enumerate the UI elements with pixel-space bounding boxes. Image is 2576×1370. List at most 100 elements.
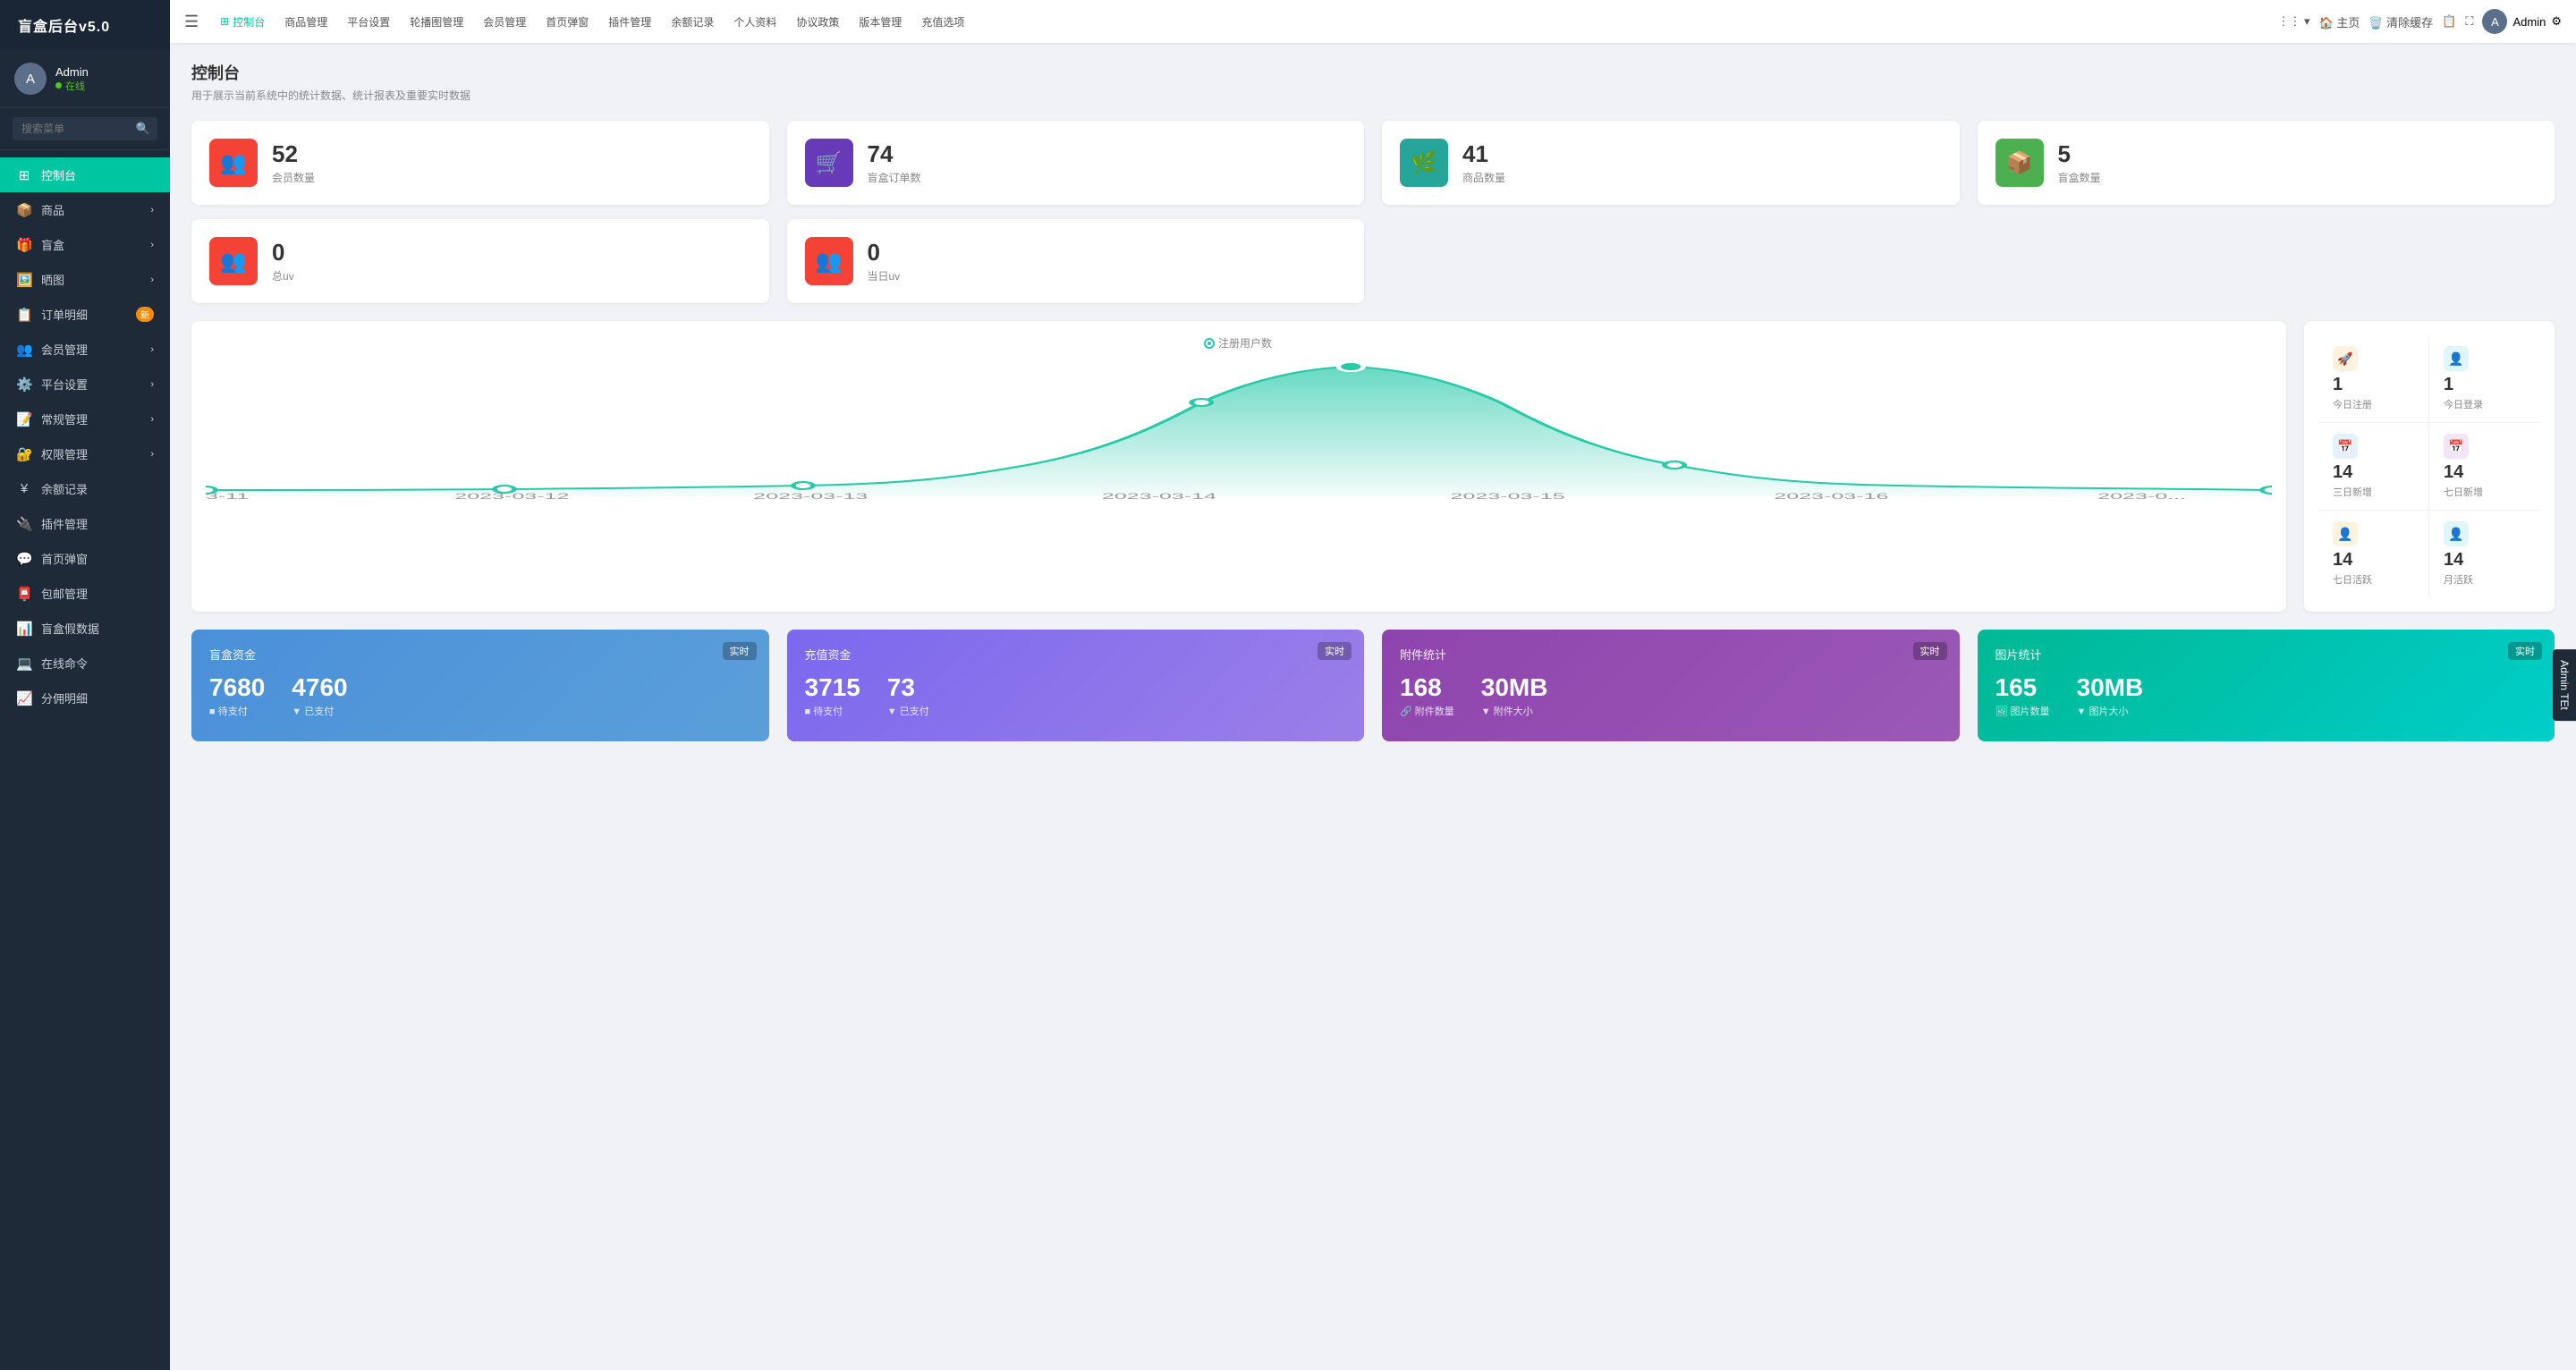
user-stats-panel: 🚀 1 今日注册 👤 1 今日登录 📅 14 三日新增 📅 14 [2304, 321, 2555, 612]
sidebar-item-platform[interactable]: ⚙️ 平台设置 › [0, 367, 170, 402]
sidebar-item-plugins[interactable]: 🔌 插件管理 [0, 506, 170, 541]
goods-icon: 📦 [16, 202, 32, 218]
sidebar-item-mail[interactable]: 📮 包邮管理 [0, 576, 170, 611]
sidebar-item-label: 插件管理 [41, 515, 88, 532]
sidebar-item-label: 分佣明细 [41, 689, 88, 706]
topbar-nav-policy[interactable]: 协议政策 [787, 9, 848, 35]
recharge-fund-card: 充值资金 实时 3715 ■ 待支付 73 ▼ 已支付 [787, 630, 1365, 741]
chart-label: 3-11 [206, 492, 249, 501]
image-nums: 165 🖼 图片数量 30MB ▼ 图片大小 [1996, 673, 2538, 718]
seven-day-active-label: 七日活跃 [2333, 572, 2414, 587]
sidebar-item-orders[interactable]: 📋 订单明细 新 [0, 297, 170, 332]
user-profile[interactable]: A Admin 在线 [0, 50, 170, 108]
topbar-nav-plugins[interactable]: 插件管理 [599, 9, 660, 35]
chevron-right-icon: › [150, 275, 154, 285]
hamburger-icon[interactable]: ☰ [184, 13, 199, 31]
sidebar-item-general[interactable]: 📝 常规管理 › [0, 402, 170, 436]
topbar-nav-profile[interactable]: 个人资料 [724, 9, 785, 35]
topbar-nav-dashboard[interactable]: ⊞ 控制台 [211, 9, 274, 35]
search-area: 🔍 [0, 108, 170, 150]
sidebar: 盲盒后台v5.0 A Admin 在线 🔍 ⊞ 控制台 📦 商品 › [0, 0, 170, 1370]
fullscreen-button[interactable]: ⛶ [2465, 14, 2473, 29]
sidebar-item-label: 包邮管理 [41, 585, 88, 602]
blinddata-icon: 📊 [16, 621, 32, 637]
today-uv-label: 当日uv [868, 268, 901, 283]
topbar-nav-version[interactable]: 版本管理 [850, 9, 911, 35]
home-button[interactable]: 🏠 主页 [2319, 13, 2360, 30]
sidebar-item-map[interactable]: 🖼️ 晒图 › [0, 262, 170, 297]
clear-cache-button[interactable]: 🗑️ 清除缓存 [2368, 13, 2433, 30]
sidebar-item-dashboard[interactable]: ⊞ 控制台 [0, 157, 170, 192]
attachment-stat-title: 附件统计 [1400, 646, 1942, 663]
monthly-active-num: 14 [2444, 550, 2526, 571]
topbar-nav-platform[interactable]: 平台设置 [338, 9, 399, 35]
attachment-count-label: 🔗 附件数量 [1400, 704, 1454, 718]
sidebar-item-online-cmd[interactable]: 💻 在线命令 [0, 646, 170, 681]
image-size-num: 30MB [2077, 673, 2144, 702]
topbar-nav-carousel[interactable]: 轮播图管理 [401, 9, 472, 35]
chevron-right-icon: › [150, 414, 154, 425]
sidebar-item-popup[interactable]: 💬 首页弹窗 [0, 541, 170, 576]
content: 控制台 用于展示当前系统中的统计数据、统计报表及重要实时数据 👥 52 会员数量… [170, 43, 2576, 1370]
sidebar-nav: ⊞ 控制台 📦 商品 › 🎁 盲盒 › 🖼️ 晒图 › 📋 订单明细 新 👥 会… [0, 150, 170, 1370]
bottom-cards: 盲盒资金 实时 7680 ■ 待支付 4760 ▼ 已支付 充值资金 实时 [191, 630, 2555, 741]
chart-section: 注册用户数 [191, 321, 2555, 612]
balance-icon: ¥ [16, 481, 32, 496]
sidebar-item-balance[interactable]: ¥ 余额记录 [0, 471, 170, 506]
copy-button[interactable]: 📋 [2442, 14, 2456, 29]
realtime-badge: 实时 [723, 642, 757, 660]
sidebar-item-label: 订单明细 [41, 306, 88, 323]
sidebar-item-members[interactable]: 👥 会员管理 › [0, 332, 170, 367]
settings-icon: ⚙ [2551, 14, 2562, 29]
right-notification[interactable]: Admin TEt [2553, 649, 2576, 721]
map-icon: 🖼️ [16, 272, 32, 288]
sidebar-item-label: 盲盒 [41, 236, 64, 253]
sidebar-item-label: 会员管理 [41, 341, 88, 358]
general-icon: 📝 [16, 411, 32, 427]
page-title: 控制台 [191, 61, 2555, 84]
orders-stat-icon: 🛒 [805, 139, 853, 187]
topbar-nav-balance[interactable]: 余额记录 [662, 9, 723, 35]
today-register-stat: 🚀 1 今日注册 [2318, 335, 2429, 423]
online-cmd-icon: 💻 [16, 655, 32, 672]
sidebar-item-label: 常规管理 [41, 410, 88, 427]
sidebar-item-label: 晒图 [41, 271, 64, 288]
blindbox-stat-icon: 📦 [1996, 139, 2044, 187]
topbar-nav-goods[interactable]: 商品管理 [275, 9, 336, 35]
blindbox-fund-card: 盲盒资金 实时 7680 ■ 待支付 4760 ▼ 已支付 [191, 630, 769, 741]
sidebar-item-share[interactable]: 📈 分佣明细 [0, 681, 170, 715]
chart-point [1665, 461, 1684, 469]
chart-label: 2023-03-15 [1451, 492, 1565, 501]
chevron-right-icon: › [150, 449, 154, 460]
realtime-badge3: 实时 [1913, 642, 1947, 660]
members-label: 会员数量 [272, 170, 315, 185]
chart-svg: 3-11 2023-03-12 2023-03-13 2023-03-14 20… [206, 358, 2272, 501]
stat-card-goods: 🌿 41 商品数量 [1382, 121, 1960, 205]
grid-menu-button[interactable]: ⋮⋮ ▾ [2277, 14, 2309, 29]
sidebar-item-blindbox[interactable]: 🎁 盲盒 › [0, 227, 170, 262]
topbar-nav-recharge[interactable]: 充值选项 [912, 9, 973, 35]
attachment-stat-card: 附件统计 实时 168 🔗 附件数量 30MB ▼ 附件大小 [1382, 630, 1960, 741]
total-uv-icon: 👥 [209, 237, 258, 285]
sidebar-item-blinddata[interactable]: 📊 盲盒假数据 [0, 611, 170, 646]
plugins-icon: 🔌 [16, 516, 32, 532]
sidebar-item-permissions[interactable]: 🔐 权限管理 › [0, 436, 170, 471]
chart-area: 3-11 2023-03-12 2023-03-13 2023-03-14 20… [206, 358, 2272, 501]
chart-point [1191, 399, 1211, 406]
topbar-nav-popup[interactable]: 首页弹窗 [537, 9, 597, 35]
blindbox-icon: 🎁 [16, 237, 32, 253]
admin-menu[interactable]: A Admin ⚙ [2482, 9, 2562, 34]
recharge-pending-label: ■ 待支付 [805, 704, 860, 718]
search-icon: 🔍 [136, 122, 150, 136]
attachment-size-label: ▼ 附件大小 [1481, 704, 1548, 718]
chevron-right-icon: › [150, 205, 154, 216]
today-login-num: 1 [2444, 375, 2526, 395]
sidebar-item-goods[interactable]: 📦 商品 › [0, 192, 170, 227]
main-wrap: ☰ ⊞ 控制台 商品管理 平台设置 轮播图管理 会员管理 首页弹窗 插件管理 余… [170, 0, 2576, 1370]
topbar-nav-members[interactable]: 会员管理 [474, 9, 535, 35]
sidebar-item-label: 在线命令 [41, 655, 88, 672]
calendar2-icon: 📅 [2444, 434, 2469, 459]
three-day-label: 三日新增 [2333, 485, 2414, 499]
permissions-icon: 🔐 [16, 446, 32, 462]
chart-card: 注册用户数 [191, 321, 2286, 612]
